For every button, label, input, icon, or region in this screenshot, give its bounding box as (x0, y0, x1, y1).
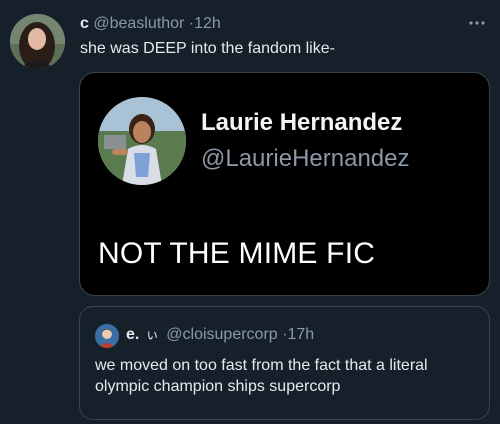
author-display-name[interactable]: c (80, 15, 89, 32)
quote-tweet[interactable]: e. ぃ @cloisupercorp ·17h we moved on too… (79, 306, 490, 420)
tweet-timestamp[interactable]: 12h (194, 15, 221, 32)
quote-header: e. ぃ @cloisupercorp ·17h (126, 325, 314, 345)
author-handle[interactable]: @beasluthor (93, 15, 184, 32)
quote-timestamp[interactable]: 17h (287, 326, 314, 343)
quote-handle[interactable]: @cloisupercorp (166, 326, 277, 343)
media-handle: @LaurieHernandez (201, 145, 410, 172)
tweet-text: she was DEEP into the fandom like- (80, 40, 335, 57)
more-horizontal-icon[interactable] (468, 12, 486, 32)
media-image[interactable]: Laurie Hernandez @LaurieHernandez NOT TH… (79, 72, 490, 296)
tweet[interactable]: c @beasluthor ·12h she was DEEP into the… (0, 0, 500, 424)
media-display-name: Laurie Hernandez (201, 109, 403, 136)
media-avatar (98, 97, 186, 185)
author-avatar[interactable] (10, 14, 65, 69)
tweet-header: c @beasluthor ·12h (80, 14, 221, 34)
quote-name-emoji: ぃ (145, 327, 159, 342)
quote-display-name[interactable]: e. (126, 326, 139, 343)
quote-text: we moved on too fast from the fact that … (95, 357, 428, 395)
media-text: NOT THE MIME FIC (98, 237, 376, 270)
quote-author-avatar[interactable] (95, 324, 119, 348)
